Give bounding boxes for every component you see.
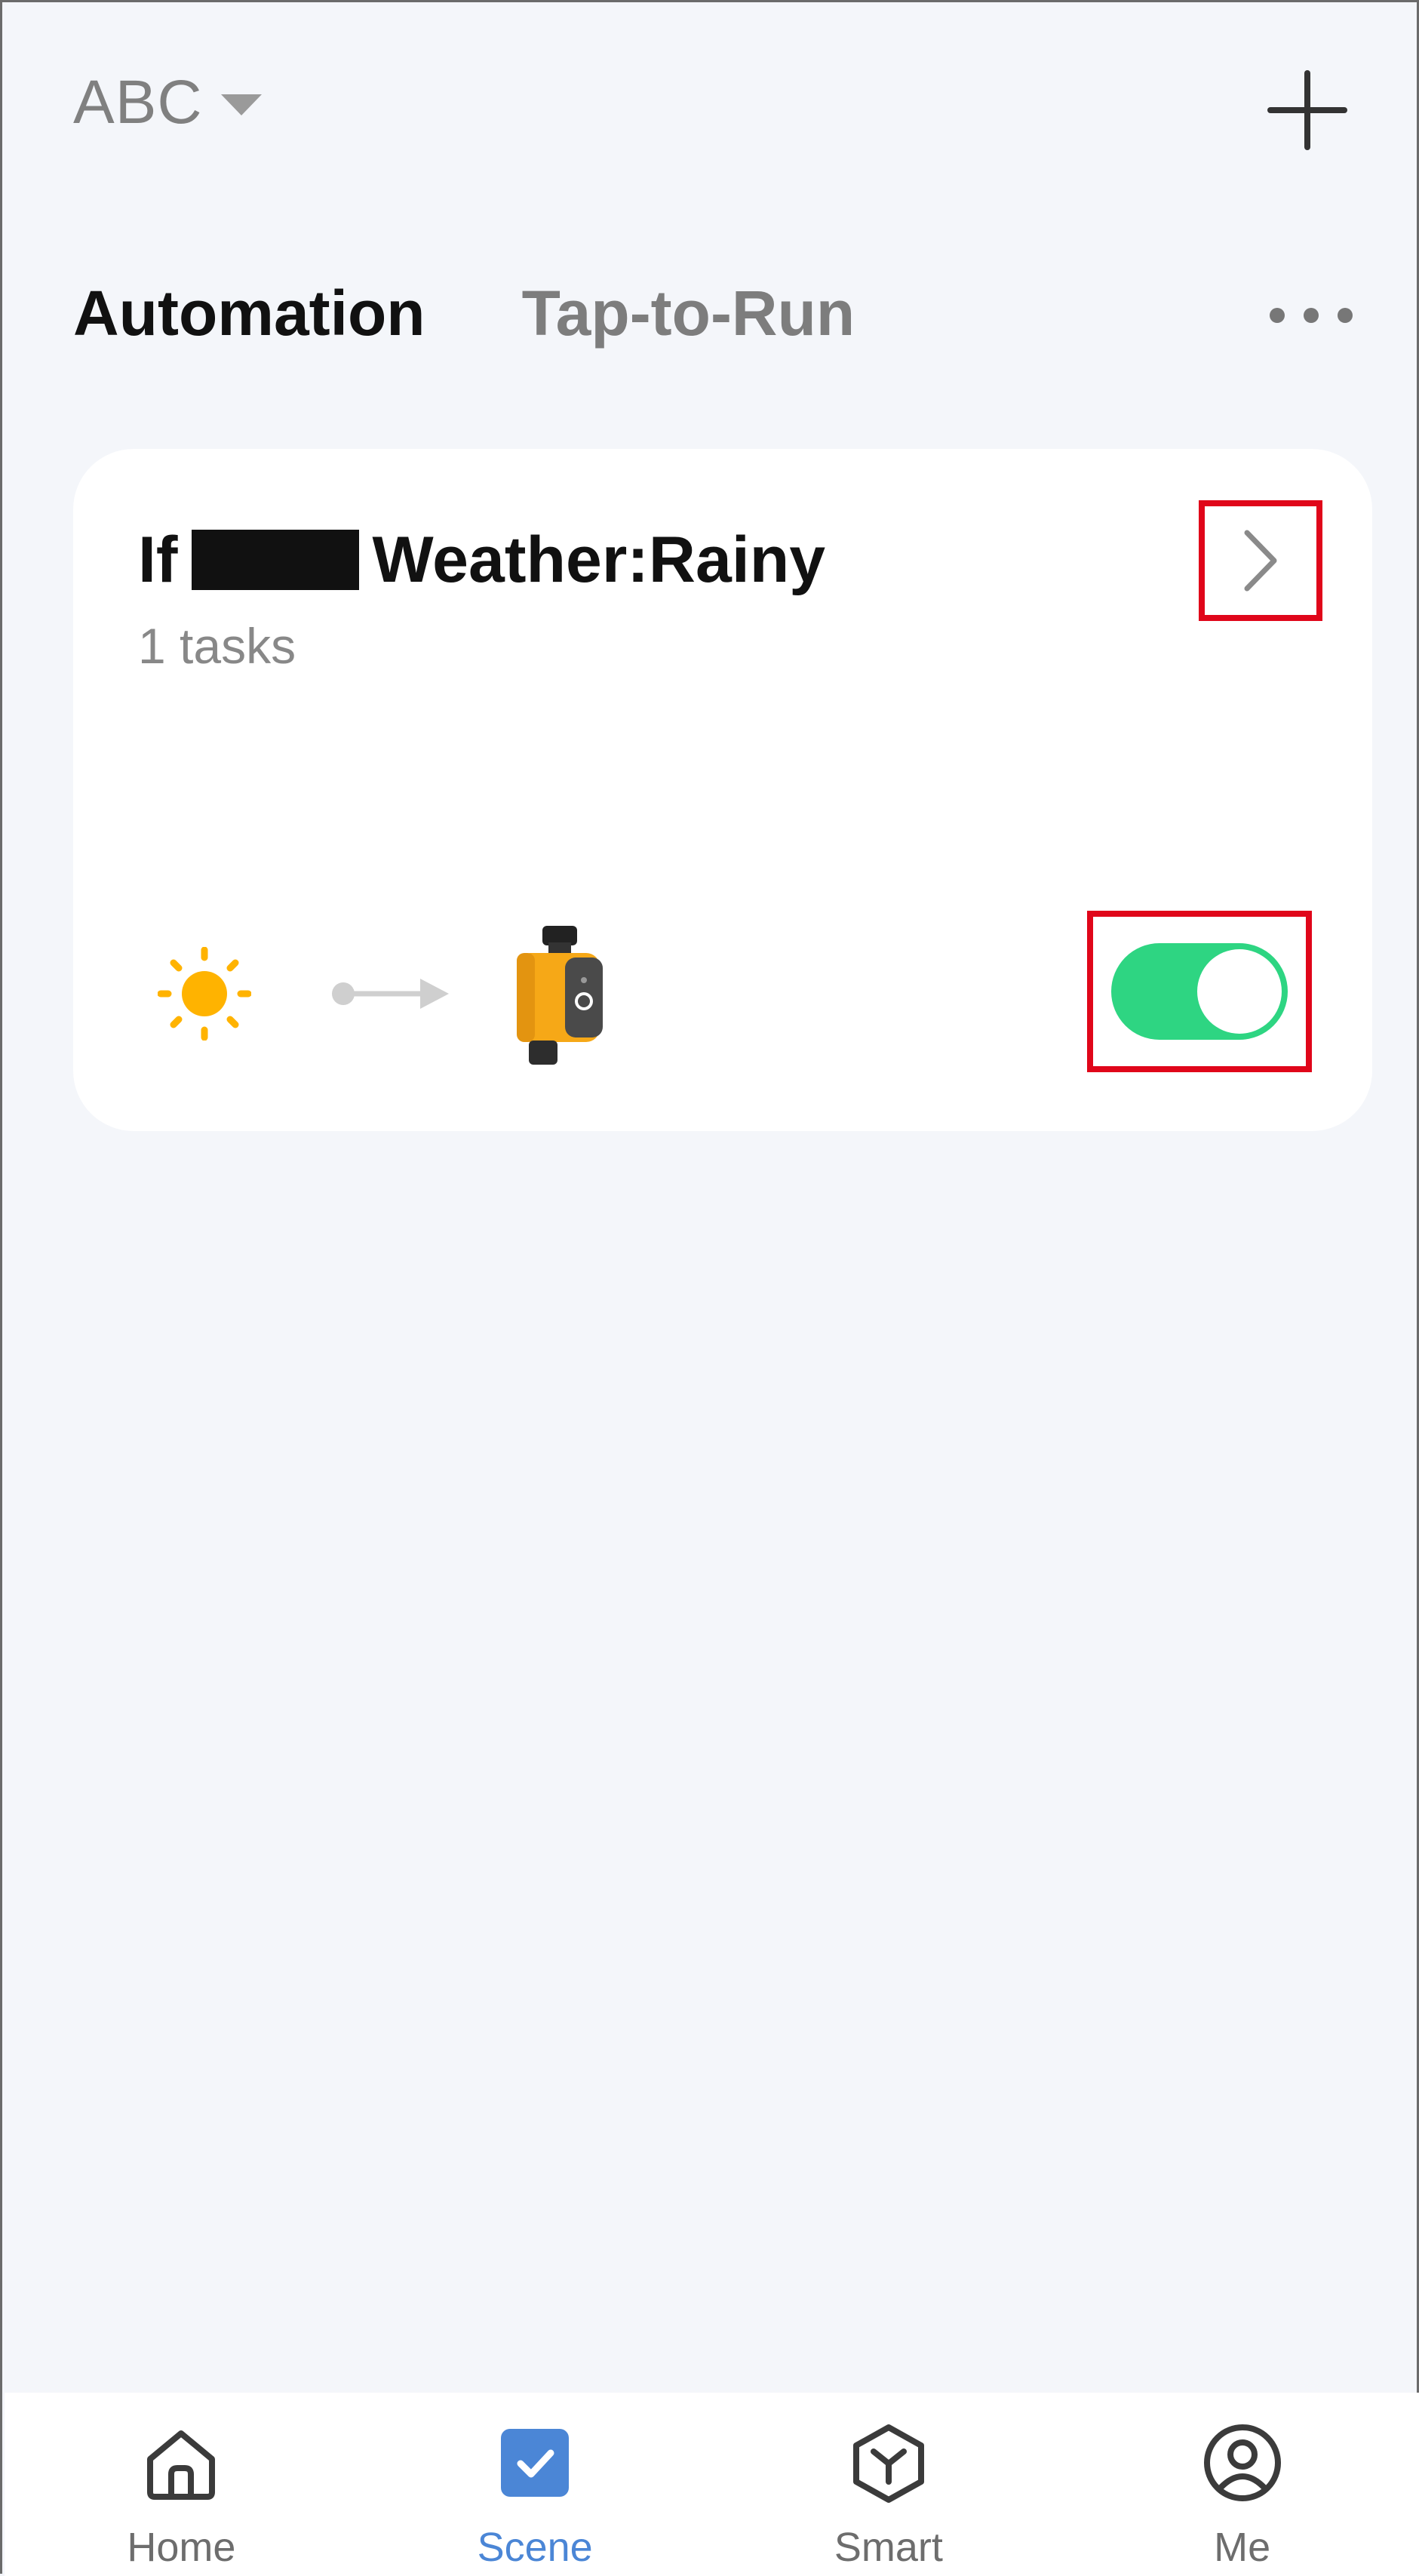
home-icon xyxy=(147,2430,216,2500)
title-condition: Weather:Rainy xyxy=(372,524,826,596)
nav-home[interactable]: Home xyxy=(68,2393,294,2576)
automation-title: If Weather:Rainy xyxy=(138,527,825,592)
screen: ABC Automation Tap-to-Run If Weather:Rai… xyxy=(0,0,1419,2576)
task-count: 1 tasks xyxy=(138,618,296,674)
nav-me-label: Me xyxy=(1214,2525,1271,2570)
more-dots-icon xyxy=(1270,308,1285,323)
automation-toggle-highlight[interactable] xyxy=(1087,911,1312,1072)
automation-card[interactable]: If Weather:Rainy 1 tasks xyxy=(73,449,1372,1131)
add-button[interactable] xyxy=(1266,69,1349,152)
nav-home-label: Home xyxy=(127,2525,236,2570)
tab-automation[interactable]: Automation xyxy=(73,281,425,345)
automation-detail-button[interactable] xyxy=(1199,500,1322,621)
home-name: ABC xyxy=(73,68,203,137)
more-options-button[interactable] xyxy=(1270,300,1353,330)
home-selector[interactable]: ABC xyxy=(73,72,262,134)
profile-icon xyxy=(1203,2424,1281,2501)
toggle-knob xyxy=(1197,949,1282,1034)
smart-cube-icon xyxy=(852,2424,924,2503)
nav-scene[interactable]: Scene xyxy=(422,2393,648,2576)
automation-enable-toggle[interactable] xyxy=(1111,943,1288,1040)
more-dot xyxy=(1304,308,1319,323)
title-prefix: If xyxy=(138,524,178,596)
scene-check-icon xyxy=(501,2429,570,2497)
scene-tabs: Automation Tap-to-Run xyxy=(73,281,855,345)
water-timer-device-icon xyxy=(517,926,603,1065)
caret-down-icon xyxy=(220,94,262,115)
tab-tap-to-run[interactable]: Tap-to-Run xyxy=(522,281,855,345)
plus-icon xyxy=(1267,70,1347,150)
bottom-nav: Home Scene Smart Me xyxy=(5,2393,1419,2576)
nav-me[interactable]: Me xyxy=(1129,2393,1356,2576)
arrow-right-icon xyxy=(332,979,449,1009)
nav-smart-label: Smart xyxy=(834,2525,943,2570)
sun-icon xyxy=(158,947,251,1041)
chevron-right-icon xyxy=(1244,530,1277,592)
nav-smart[interactable]: Smart xyxy=(776,2393,1002,2576)
more-dot xyxy=(1338,308,1353,323)
redacted-block xyxy=(191,530,359,590)
nav-scene-label: Scene xyxy=(477,2525,593,2570)
